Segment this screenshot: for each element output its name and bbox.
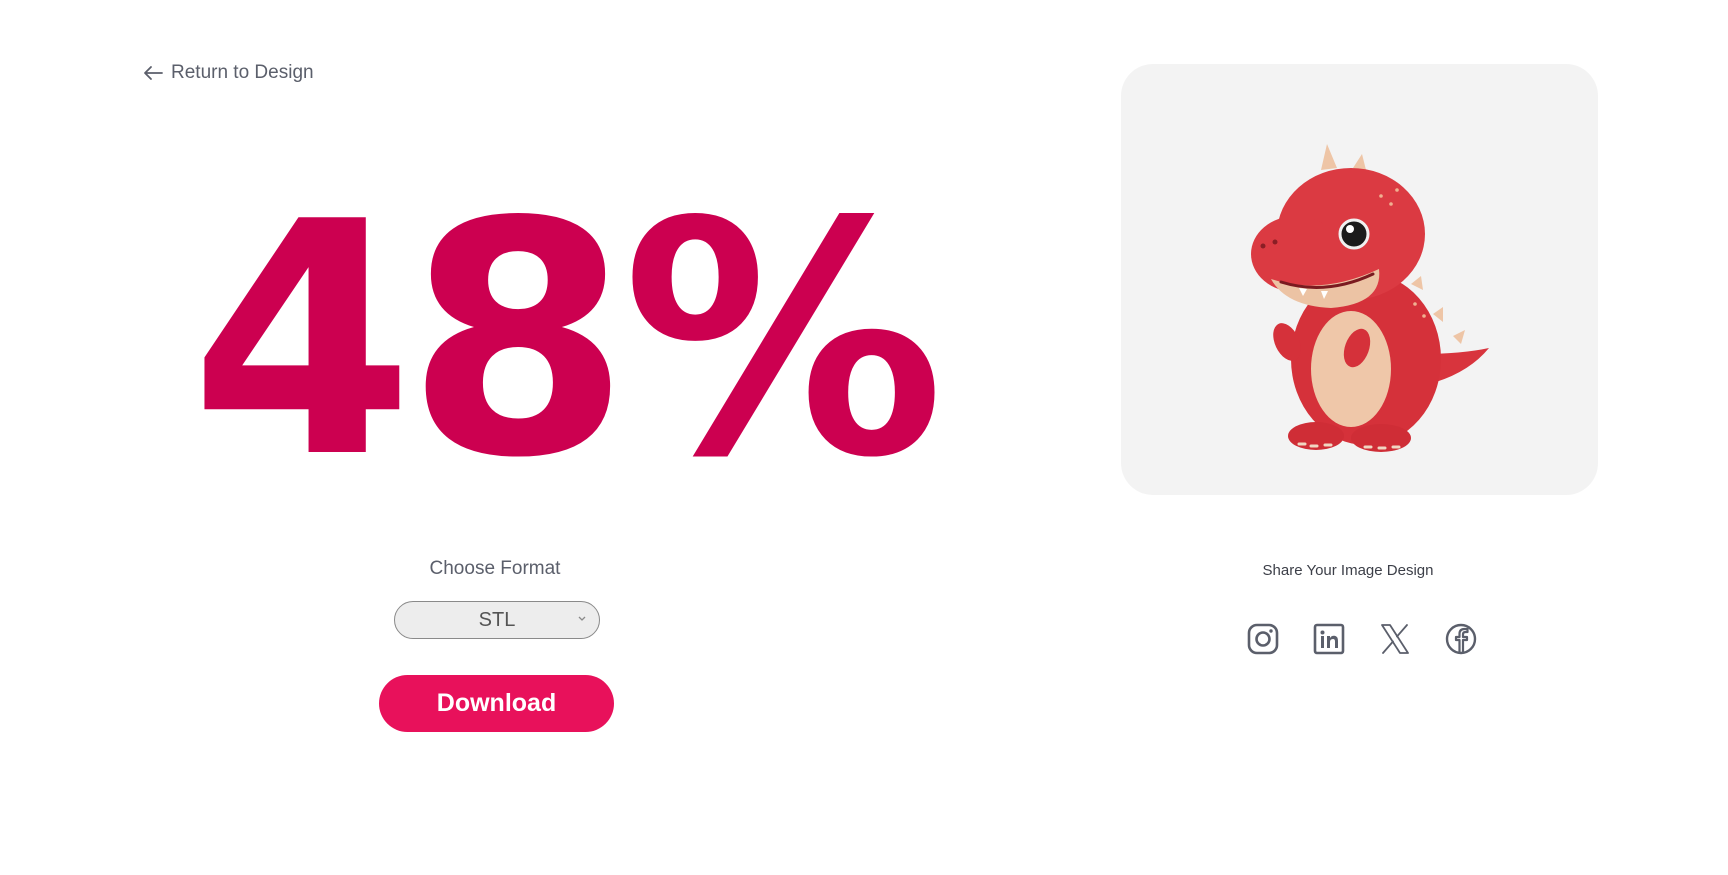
choose-format-label: Choose Format — [429, 558, 561, 579]
instagram-icon[interactable] — [1246, 622, 1280, 656]
social-share-row — [1246, 622, 1478, 656]
format-select[interactable]: STL — [394, 601, 600, 639]
facebook-icon[interactable] — [1444, 622, 1478, 656]
x-icon[interactable] — [1378, 622, 1412, 656]
format-selected-value: STL — [478, 608, 516, 631]
design-preview-card — [1121, 64, 1598, 495]
return-to-design-link[interactable]: Return to Design — [143, 62, 314, 84]
return-to-design-label: Return to Design — [171, 62, 314, 83]
download-button[interactable]: Download — [379, 675, 614, 732]
download-page: Return to Design 48% Choose Format STL D… — [0, 0, 1728, 875]
chevron-down-icon — [578, 616, 586, 621]
linkedin-icon[interactable] — [1312, 622, 1346, 656]
arrow-left-icon — [144, 66, 163, 80]
dinosaur-image — [1251, 144, 1489, 452]
progress-percentage: 48% — [190, 153, 945, 528]
share-label: Share Your Image Design — [1262, 562, 1434, 579]
